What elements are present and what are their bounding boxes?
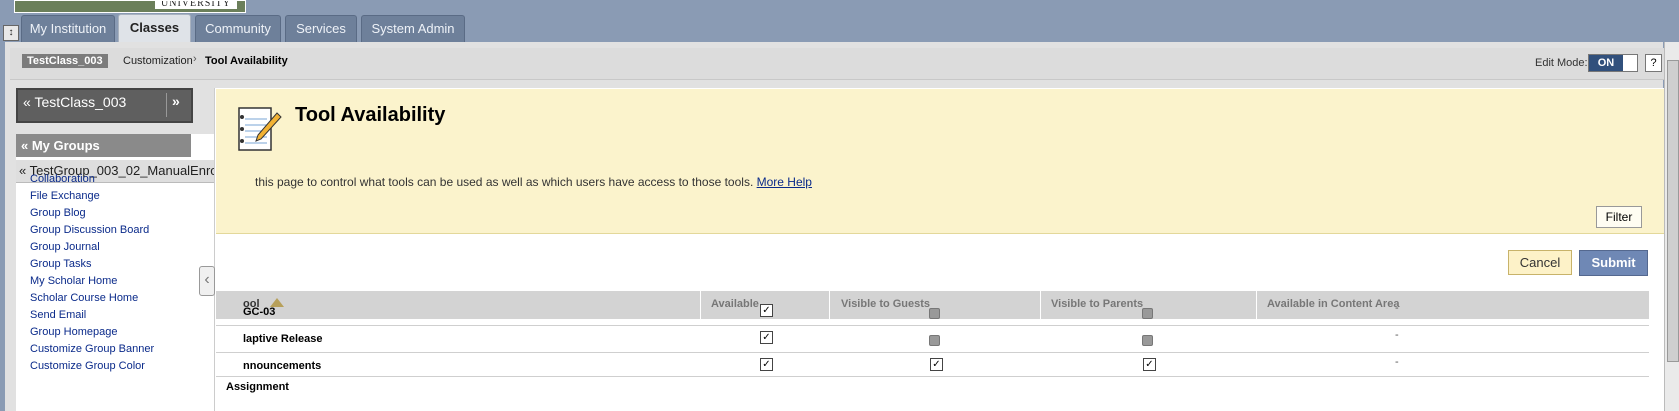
my-groups-header[interactable]: « My Groups	[16, 134, 191, 157]
row-divider	[216, 376, 1649, 377]
column-header-available: Available	[711, 298, 759, 310]
content-area-value: -	[1395, 302, 1399, 314]
page-title: Tool Availability	[295, 104, 446, 126]
collapse-sidebar-icon[interactable]: ‹	[199, 266, 215, 296]
tab-classes[interactable]: Classes	[118, 14, 191, 43]
column-header-parents: Visible to Parents	[1051, 298, 1144, 310]
notepad-pencil-icon	[238, 107, 282, 151]
tab-my-institution[interactable]: My Institution	[21, 15, 115, 42]
group-link-group-journal[interactable]: Group Journal	[30, 241, 100, 253]
column-header-content-area: Available in Content Area	[1267, 298, 1400, 310]
more-help-link[interactable]: More Help	[757, 175, 812, 189]
divider	[166, 93, 167, 117]
edit-mode-toggle[interactable]: ON	[1588, 54, 1638, 72]
group-link-customize-banner[interactable]: Customize Group Banner	[30, 343, 154, 355]
course-menu[interactable]: « TestClass_003 »	[16, 88, 193, 123]
my-groups-title: « My Groups	[21, 138, 100, 153]
group-link-file-exchange[interactable]: File Exchange	[30, 190, 100, 202]
tab-system-admin[interactable]: System Admin	[361, 15, 465, 42]
group-link-scholar-home[interactable]: My Scholar Home	[30, 275, 117, 287]
expand-menu-icon[interactable]: »	[172, 93, 180, 109]
description-text: this page to control what tools can be u…	[255, 175, 754, 189]
breadcrumb-customization[interactable]: Customization	[123, 54, 193, 68]
content-area-value: -	[1395, 356, 1399, 368]
institution-logo: UNIVERSITY	[14, 0, 246, 13]
edit-mode-label: Edit Mode:	[1535, 57, 1588, 69]
row-divider	[216, 352, 1649, 353]
column-divider	[1256, 291, 1257, 319]
column-divider	[700, 291, 701, 319]
column-divider	[829, 291, 830, 319]
group-link-customize-color[interactable]: Customize Group Color	[30, 360, 145, 372]
guests-checkbox-disabled	[929, 335, 940, 346]
content-area-value: -	[1395, 329, 1399, 341]
guests-checkbox[interactable]: ✓	[930, 358, 943, 371]
vertical-scrollbar[interactable]	[1664, 42, 1679, 411]
tool-name: GC-03	[243, 306, 276, 318]
group-link-discussion-board[interactable]: Group Discussion Board	[30, 224, 149, 236]
page-description: this page to control what tools can be u…	[255, 175, 812, 189]
parents-checkbox-disabled	[1142, 335, 1153, 346]
group-link-send-email[interactable]: Send Email	[30, 309, 86, 321]
group-link-collaboration[interactable]: Collaboration	[30, 173, 95, 185]
breadcrumb-separator-icon: ›	[193, 53, 197, 65]
column-header-guests: Visible to Guests	[841, 298, 931, 310]
column-divider	[1040, 291, 1041, 319]
guests-checkbox-disabled	[929, 308, 940, 319]
logo-text: UNIVERSITY	[155, 1, 237, 9]
available-checkbox[interactable]: ✓	[760, 331, 773, 344]
submit-button[interactable]: Submit	[1579, 250, 1648, 276]
available-checkbox[interactable]: ✓	[760, 304, 773, 317]
cancel-button[interactable]: Cancel	[1508, 250, 1572, 275]
group-link-group-homepage[interactable]: Group Homepage	[30, 326, 117, 338]
group-link-scholar-course-home[interactable]: Scholar Course Home	[30, 292, 138, 304]
collapse-header-icon[interactable]: ↕	[3, 25, 19, 41]
tool-name: Assignment	[226, 381, 289, 393]
breadcrumb-course[interactable]: TestClass_003	[22, 54, 108, 68]
help-button[interactable]: ?	[1645, 54, 1662, 72]
available-checkbox[interactable]: ✓	[760, 358, 773, 371]
tab-community[interactable]: Community	[195, 15, 281, 42]
group-link-group-blog[interactable]: Group Blog	[30, 207, 86, 219]
parents-checkbox-disabled	[1142, 308, 1153, 319]
tool-name: nnouncements	[243, 360, 322, 372]
row-divider	[216, 325, 1649, 326]
group-link-group-tasks[interactable]: Group Tasks	[30, 258, 92, 270]
scrollbar-thumb[interactable]	[1667, 60, 1679, 362]
course-menu-title: « TestClass_003	[23, 94, 127, 110]
tab-services[interactable]: Services	[285, 15, 357, 42]
tool-name: laptive Release	[243, 333, 323, 345]
breadcrumb-current: Tool Availability	[205, 55, 288, 67]
parents-checkbox[interactable]: ✓	[1143, 358, 1156, 371]
filter-button[interactable]: Filter	[1596, 206, 1642, 228]
edit-mode-state: ON	[1589, 55, 1623, 71]
